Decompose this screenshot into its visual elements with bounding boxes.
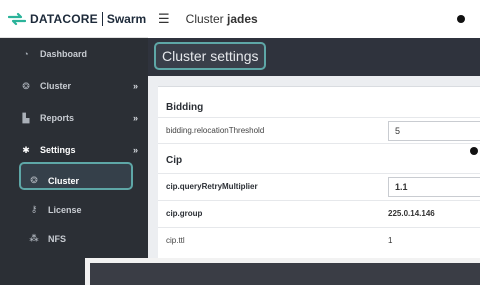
section-title-bidding: Bidding [166,102,204,113]
page-title: Cluster settings [162,48,259,64]
sidebar-item-label: NFS [48,233,66,244]
sidebar-nav: ◔ Dashboard ❂ Cluster » ▙ Reports » ✱ Se… [0,38,148,253]
sidebar-item-settings-cluster[interactable]: ❂ Cluster [0,166,148,195]
setting-row: bidding.relocationThreshold 5 [158,117,480,143]
cluster-icon: ❂ [30,175,38,185]
setting-row: cip.queryRetryMultiplier 1.1 [158,173,480,199]
brand-logo[interactable]: DATACORE Swarm [0,0,148,38]
sidebar-item-dashboard[interactable]: ◔ Dashboard [0,38,148,70]
gear-icon: ✱ [22,144,30,155]
top-bar: ☰ Cluster jades [148,0,480,38]
status-dot-marker [457,15,465,23]
setting-value: 1 [388,236,393,245]
content-header: Cluster settings [148,38,480,76]
expand-chevron-icon: » [132,81,138,91]
cluster-title: Cluster jades [186,12,258,26]
setting-key: cip.group [166,209,203,218]
content-area: Bidding bidding.relocationThreshold 5 Ci… [148,76,480,285]
setting-key: cip.ttl [166,236,185,245]
status-dot-marker [470,147,478,155]
expand-chevron-icon: » [132,113,138,123]
sidebar: DATACORE Swarm ◔ Dashboard ❂ Cluster » ▙… [0,0,148,285]
sidebar-item-cluster[interactable]: ❂ Cluster » [0,70,148,102]
setting-row: cip.group 225.0.14.146 [158,200,480,226]
sidebar-item-label: Reports [40,113,75,123]
setting-key: bidding.relocationThreshold [166,126,265,135]
sidebar-item-reports[interactable]: ▙ Reports » [0,102,148,134]
brand-divider [101,11,103,26]
reports-icon: ▙ [22,112,30,123]
sidebar-item-label: Settings [40,145,76,155]
page-title-highlight: Cluster settings [154,42,267,70]
sidebar-item-license[interactable]: ⚷ License [0,195,148,224]
overlay-window [85,258,480,285]
menu-icon[interactable]: ☰ [158,11,170,27]
sidebar-item-nfs[interactable]: ⁂ NFS [0,224,148,253]
divider [158,143,480,144]
settings-panel: Bidding bidding.relocationThreshold 5 Ci… [158,86,480,276]
relocation-threshold-input[interactable]: 5 [388,120,480,141]
section-title-cip: Cip [166,155,183,166]
cluster-title-prefix: Cluster [185,12,224,26]
network-icon: ⁂ [29,233,39,243]
sidebar-item-settings[interactable]: ✱ Settings » [0,134,148,166]
sidebar-item-label: Cluster [40,81,72,91]
setting-key: cip.queryRetryMultiplier [166,182,258,191]
product-name: Swarm [106,11,147,26]
brand-name: DATACORE [30,11,98,26]
setting-row: cip.ttl 1 [158,227,480,253]
cluster-icon: ❂ [22,80,30,91]
sidebar-item-label: Dashboard [40,49,88,59]
dashboard-icon: ◔ [23,49,29,59]
datacore-logo-icon [8,12,26,25]
query-retry-multiplier-input[interactable]: 1.1 [388,176,480,197]
sidebar-item-label: License [48,204,82,215]
sidebar-item-label: Cluster [48,175,80,186]
setting-value: 225.0.14.146 [388,209,435,218]
key-icon: ⚷ [30,204,38,214]
cluster-name: jades [227,12,258,26]
expand-chevron-icon: » [132,145,138,155]
